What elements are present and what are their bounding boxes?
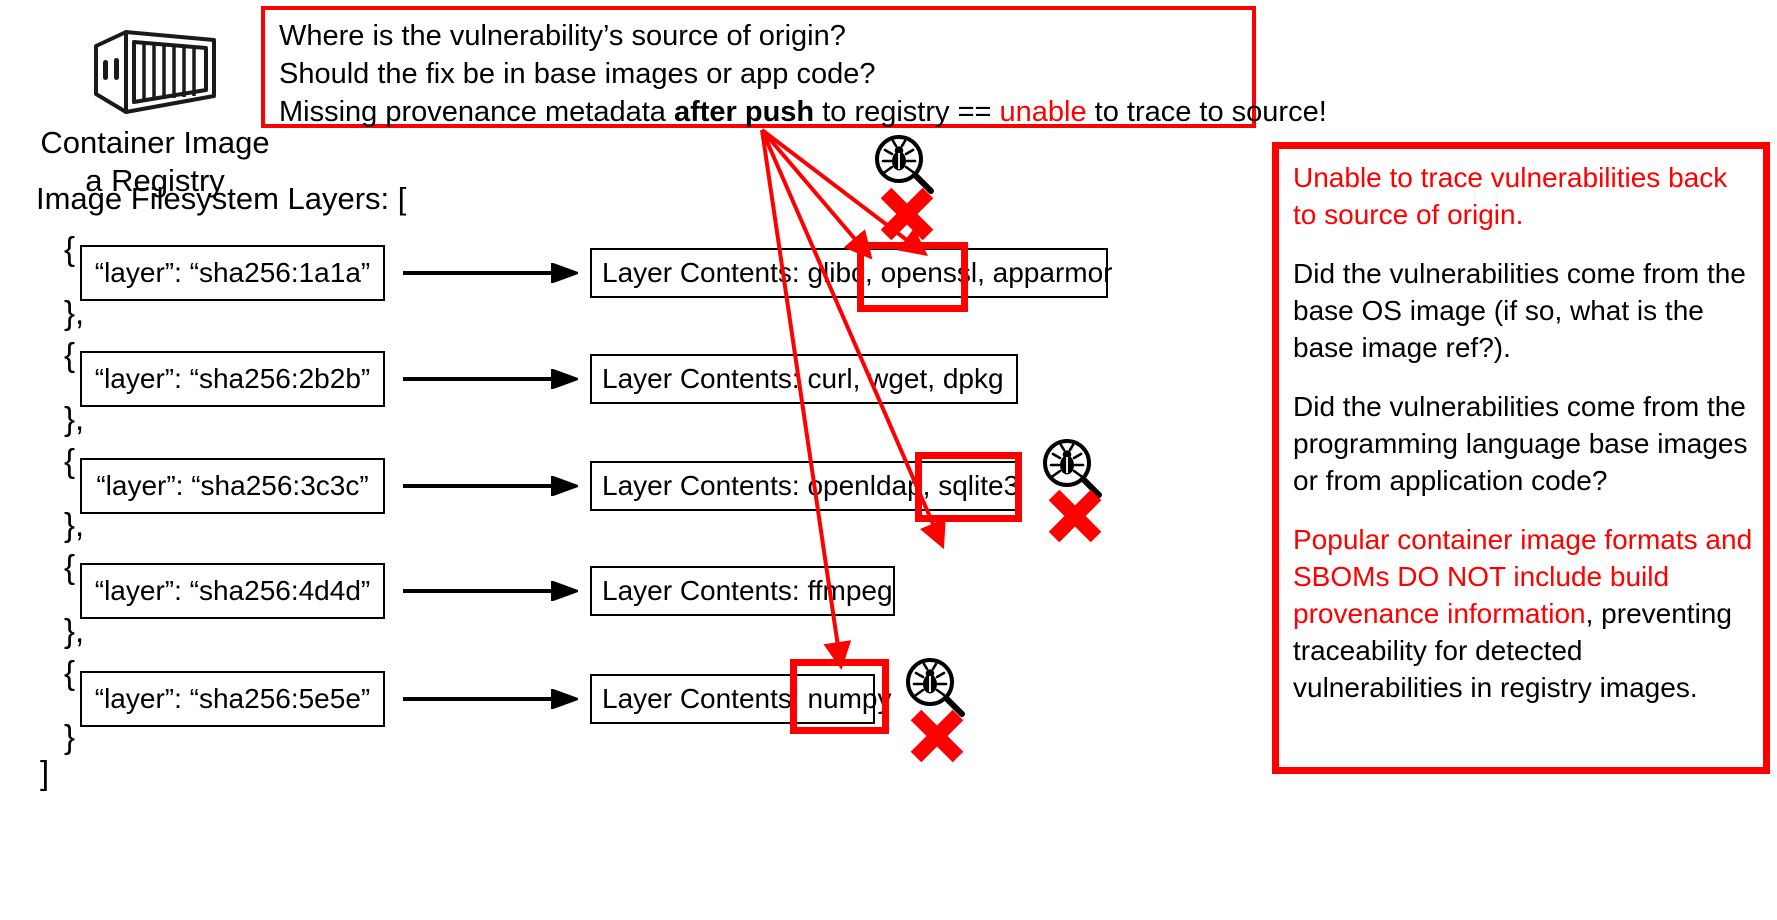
layer-id-box[interactable]: “layer”: “sha256:1a1a” xyxy=(80,245,385,301)
callout-line-2: Should the fix be in base images or app … xyxy=(279,58,876,90)
layer-contents-box[interactable]: Layer Contents: glibc, openssl, apparmor xyxy=(590,248,1113,298)
json-open-brace-4: { xyxy=(64,548,76,585)
layer-id-box[interactable]: “layer”: “sha256:4d4d” xyxy=(80,563,385,619)
panel-paragraph-unable-to-trace: Unable to trace vulnerabilities back to … xyxy=(1293,162,1728,230)
vulnerable-package-highlight xyxy=(857,242,968,312)
explanation-panel: Unable to trace vulnerabilities back to … xyxy=(1272,142,1770,774)
json-open-brace-2: { xyxy=(64,336,76,373)
question-callout: Where is the vulnerability’s source of o… xyxy=(261,6,1327,128)
layers-heading: Image Filesystem Layers: [ xyxy=(36,181,407,216)
json-open-brace-5: { xyxy=(64,654,76,691)
container-image-icon xyxy=(82,22,222,122)
json-open-brace-3: { xyxy=(64,442,76,479)
layer-id-box[interactable]: “layer”: “sha256:2b2b” xyxy=(80,351,385,407)
callout-emphasis-after-push: after push xyxy=(673,96,815,128)
callout-line-3: Missing provenance metadata after push t… xyxy=(279,96,1327,128)
red-x-icon xyxy=(1046,487,1104,545)
right-arrow-icon xyxy=(403,475,581,497)
callout-line-1: Where is the vulnerability’s source of o… xyxy=(279,20,846,52)
red-x-icon xyxy=(908,707,966,765)
right-arrow-icon xyxy=(403,368,581,390)
layer-contents-box[interactable]: Layer Contents: curl, wget, dpkg xyxy=(590,354,1018,404)
diagram-canvas: Container Image a Registry Where is the … xyxy=(0,0,1777,920)
vulnerable-package-highlight xyxy=(915,452,1022,522)
right-arrow-icon xyxy=(403,262,581,284)
panel-paragraph-base-os: Did the vulnerabilities come from the ba… xyxy=(1293,258,1746,363)
json-close-brace-5: } xyxy=(64,718,76,755)
red-x-icon xyxy=(878,185,936,243)
right-arrow-icon xyxy=(403,688,581,710)
right-arrow-icon xyxy=(403,580,581,602)
layer-id-box[interactable]: “layer”: “sha256:5e5e” xyxy=(80,671,385,727)
vulnerable-package-highlight xyxy=(790,659,889,734)
layer-contents-box[interactable]: Layer Contents: ffmpeg xyxy=(590,566,895,616)
layer-id-box[interactable]: “layer”: “sha256:3c3c” xyxy=(80,458,385,514)
json-open-brace-1: { xyxy=(64,230,76,267)
panel-paragraph-language-base: Did the vulnerabilities come from the pr… xyxy=(1293,391,1748,496)
json-closing-bracket: ] xyxy=(40,754,50,791)
panel-paragraph-sbom: Popular container image formats and SBOM… xyxy=(1293,521,1755,706)
callout-emphasis-unable: unable xyxy=(999,96,1087,128)
